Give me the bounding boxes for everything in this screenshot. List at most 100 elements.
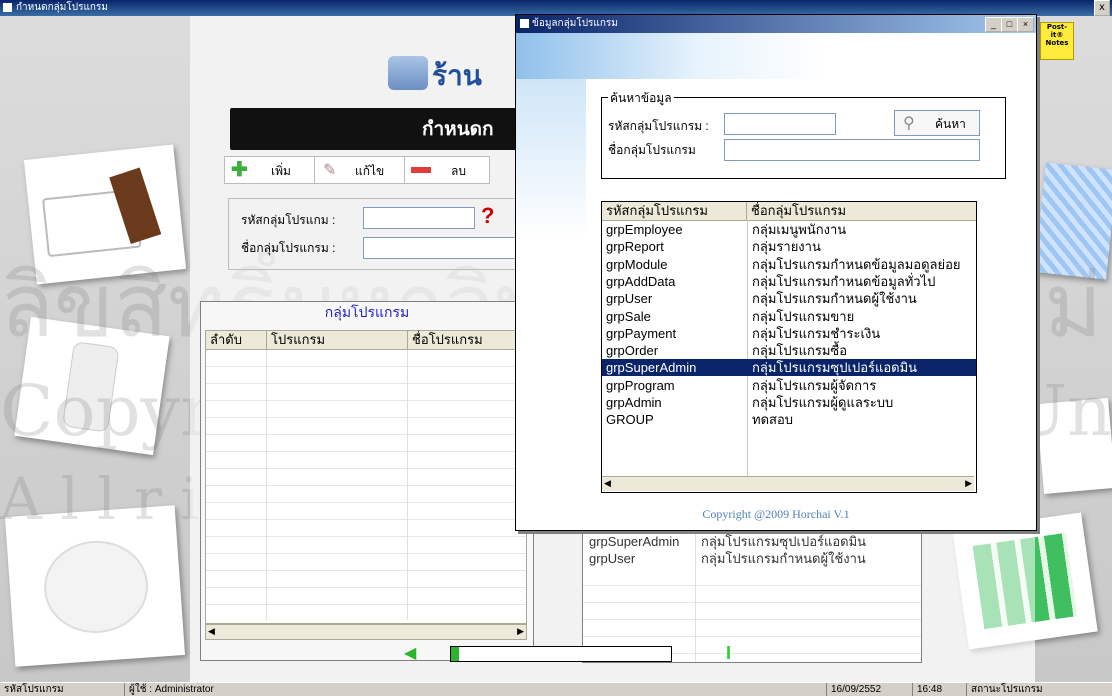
scroll-left-icon[interactable]: ◀: [604, 478, 611, 489]
right-row-code: grpSuperAdmin: [589, 534, 680, 549]
search-code-label: รหัสกลุ่มโปรแกรม :: [608, 119, 709, 133]
right-row-name: กลุ่มโปรแกรมซุปเปอร์แอดมิน: [701, 534, 867, 549]
scroll-right-icon[interactable]: ▶: [965, 478, 972, 489]
progress-fill: [451, 647, 459, 661]
edit-button[interactable]: ✎ แก้ไข: [314, 156, 406, 184]
row-group-name: กลุ่มโปรแกรมซื้อ: [752, 343, 848, 359]
delete-button-label: ลบ: [451, 164, 466, 178]
dialog-grid-row[interactable]: grpReport กลุ่มรายงาน: [602, 238, 976, 255]
edit-button-label: แก้ไข: [355, 164, 385, 178]
add-button[interactable]: ✚ เพิ่ม: [224, 156, 316, 184]
dialog-grid-row[interactable]: grpPayment กลุ่มโปรแกรมชำระเงิน: [602, 325, 976, 342]
row-group-code: grpUser: [606, 291, 653, 307]
dialog-grid-rows: grpEmployee กลุ่มเมนูพนักงาน grpReport กลุ่…: [602, 221, 976, 461]
magnifier-icon: ⚲: [903, 115, 915, 132]
search-dialog: ข้อมูลกลุ่มโปรแกรม _ □ × ค้นหาข้อมูล รหั…: [515, 14, 1037, 531]
bowl-shape: [40, 537, 152, 637]
scroll-left-icon[interactable]: ◀: [208, 626, 215, 637]
maximize-button[interactable]: □: [1001, 17, 1018, 32]
row-group-code: grpAdmin: [606, 395, 662, 410]
search-code-input[interactable]: [724, 113, 836, 135]
status-left: รหัสโปรแกรม: [4, 684, 64, 695]
page-heading: กำหนดก: [422, 119, 494, 140]
grid-divider: [695, 517, 696, 662]
col-order[interactable]: ลำดับ: [206, 331, 267, 349]
form-group: รหัสกลุ่มโปรแกม : ? ชื่อกลุ่มโปรแกรม :: [228, 198, 530, 270]
name-input[interactable]: [363, 237, 529, 259]
dialog-grid-row[interactable]: grpProgram กลุ่มโปรแกรมผู้จัดการ: [602, 377, 976, 394]
group-grid-scrollbar[interactable]: ◀ ▶: [205, 624, 527, 640]
row-group-name: กลุ่มโปรแกรมกำหนดข้อมูลมอดูลย่อย: [752, 256, 961, 272]
dialog-grid-row[interactable]: grpEmployee กลุ่มเมนูพนักงาน: [602, 221, 976, 238]
dialog-grid[interactable]: รหัสกลุ่มโปรแกรม ชื่อกลุ่มโปรแกรม grpEmp…: [601, 201, 977, 493]
status-time: 16:48: [912, 683, 963, 696]
dialog-grid-row[interactable]: grpAddData กลุ่มโปรแกรมกำหนดข้อมูลทั่วไป: [602, 273, 976, 290]
row-group-code: grpSuperAdmin: [606, 360, 697, 376]
col-program[interactable]: โปรแกรม: [267, 331, 408, 349]
row-group-name: กลุ่มโปรแกรมผู้ดูแลระบบ: [752, 395, 894, 410]
search-button[interactable]: ⚲ ค้นหา: [894, 110, 980, 136]
row-group-code: grpOrder: [606, 343, 659, 359]
dialog-grid-row[interactable]: grpAdmin กลุ่มโปรแกรมผู้ดูแลระบบ: [602, 394, 976, 411]
row-group-code: grpAddData: [606, 273, 676, 289]
group-grid-header: ลำดับ โปรแกรม ชื่อโปรแกรม: [206, 331, 526, 350]
row-group-name: กลุ่มโปรแกรมกำหนดผู้ใช้งาน: [752, 291, 917, 307]
cursor-icon: I: [726, 643, 732, 663]
postit-notes-icon[interactable]: Post-it® Notes: [1040, 22, 1074, 60]
row-group-code: grpSale: [606, 308, 651, 324]
dialog-app-icon: [520, 19, 529, 28]
app-icon: [3, 3, 12, 12]
dialog-grid-row[interactable]: GROUP ทดสอบ: [602, 411, 976, 428]
dialog-grid-row[interactable]: grpSuperAdmin กลุ่มโปรแกรมซุปเปอร์แอดมิน: [602, 359, 976, 377]
col-group-code[interactable]: รหัสกลุ่มโปรแกรม: [602, 202, 747, 220]
grid-divider: [407, 350, 408, 620]
delete-button[interactable]: ลบ: [404, 156, 490, 184]
dialog-grid-scrollbar[interactable]: ◀ ▶: [602, 476, 974, 491]
dialog-grid-row[interactable]: grpModule กลุ่มโปรแกรมกำหนดข้อมูลมอดูลย่อ…: [602, 256, 976, 273]
col-group-name[interactable]: ชื่อกลุ่มโปรแกรม: [747, 202, 971, 220]
row-group-name: กลุ่มโปรแกรมชำระเงิน: [752, 325, 881, 341]
code-input[interactable]: [363, 207, 475, 229]
dialog-close-button[interactable]: ×: [1017, 17, 1034, 32]
group-grid-rows: [206, 350, 526, 620]
row-group-name: กลุ่มเมนูพนักงาน: [752, 222, 847, 237]
minimize-button[interactable]: _: [985, 17, 1002, 32]
copyright-text: Copyright @2009 Horchai V.1: [702, 507, 850, 521]
row-group-name: กลุ่มโปรแกรมผู้จัดการ: [752, 377, 877, 393]
speaker-icon[interactable]: ◀: [404, 646, 420, 662]
dialog-grid-row[interactable]: grpOrder กลุ่มโปรแกรมซื้อ: [602, 342, 976, 359]
row-group-name: ทดสอบ: [752, 412, 794, 428]
dialog-title: ข้อมูลกลุ่มโปรแกรม: [532, 18, 618, 29]
close-button[interactable]: x: [1094, 0, 1110, 16]
name-label: ชื่อกลุ่มโปรแกรม :: [241, 241, 336, 255]
group-panel: กลุ่มโปรแกรม ลำดับ โปรแกรม ชื่อโปรแกรม ◀…: [200, 301, 534, 661]
minus-icon: [411, 167, 431, 173]
plus-icon: ✚: [231, 159, 248, 181]
row-group-name: กลุ่มโปรแกรมซุปเปอร์แอดมิน: [752, 360, 918, 376]
snowflake-art: [516, 79, 586, 239]
group-grid[interactable]: ลำดับ โปรแกรม ชื่อโปรแกรม: [205, 330, 527, 624]
grid-divider: [266, 350, 267, 620]
search-name-input[interactable]: [724, 139, 980, 161]
code-label: รหัสกลุ่มโปรแกม :: [241, 213, 336, 227]
row-group-code: GROUP: [606, 412, 654, 428]
shop-title: ร้าน: [432, 60, 482, 91]
dialog-header-art: [516, 33, 1036, 79]
search-group: ค้นหาข้อมูล รหัสกลุ่มโปรแกรม : ⚲ ค้นหา ช…: [601, 89, 1006, 179]
col-program-name[interactable]: ชื่อโปรแกรม: [408, 331, 524, 349]
right-grid[interactable]: grpSuperAdmin กลุ่มโปรแกรมซุปเปอร์แอดมิน…: [582, 516, 922, 663]
status-user: ผู้ใช้ : Administrator: [124, 683, 529, 696]
row-group-code: grpReport: [606, 239, 664, 255]
status-state: สถานะโปรแกรม: [966, 683, 1111, 696]
row-group-code: grpProgram: [606, 377, 675, 393]
search-group-label: ค้นหาข้อมูล: [608, 89, 674, 108]
right-grid-row[interactable]: grpSuperAdmin กลุ่มโปรแกรมซุปเปอร์แอดมิน: [583, 533, 921, 550]
group-panel-title: กลุ่มโปรแกรม: [324, 304, 410, 320]
dialog-grid-row[interactable]: grpUser กลุ่มโปรแกรมกำหนดผู้ใช้งาน: [602, 290, 976, 307]
help-icon[interactable]: ?: [481, 203, 494, 229]
dialog-grid-row[interactable]: grpSale กลุ่มโปรแกรมขาย: [602, 308, 976, 325]
right-grid-row[interactable]: grpUser กลุ่มโปรแกรมกำหนดผู้ใช้งาน: [583, 550, 921, 567]
scroll-right-icon[interactable]: ▶: [517, 626, 524, 637]
row-group-code: grpEmployee: [606, 222, 683, 237]
add-button-label: เพิ่ม: [271, 164, 291, 178]
